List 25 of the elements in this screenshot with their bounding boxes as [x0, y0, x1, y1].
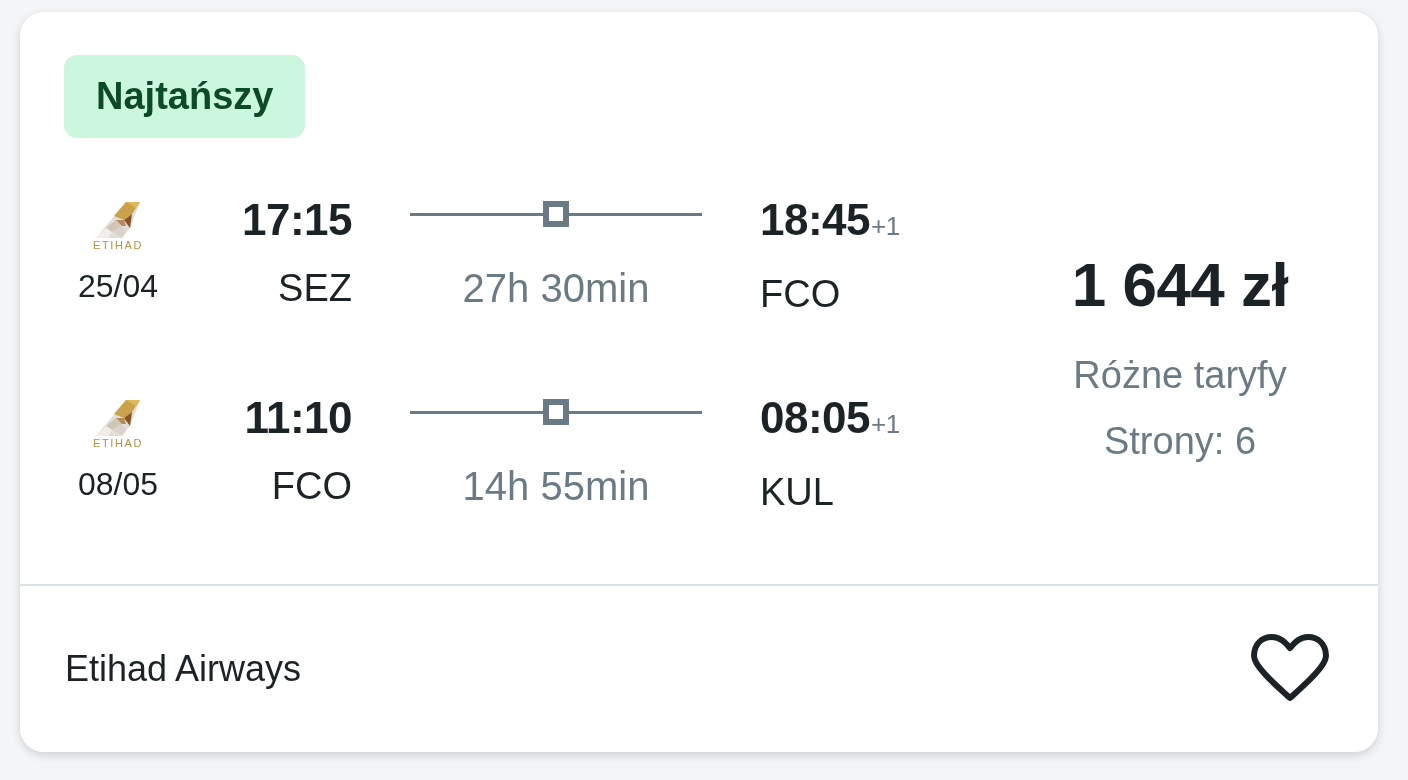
arrival-time: 18:45 [760, 195, 871, 244]
airline-name: Etihad Airways [65, 647, 302, 691]
flight-duration: 14h 55min [462, 463, 650, 510]
arrival-time: 08:05 [760, 393, 871, 442]
cheapest-tag: Najtańszy [64, 55, 306, 138]
departure-time: 11:10 [243, 394, 352, 442]
departure-airport: FCO [270, 464, 352, 509]
flight-date: 08/05 [77, 465, 159, 504]
sites-count: Strony: 6 [1102, 419, 1258, 464]
departure-airport: SEZ [277, 266, 352, 311]
flight-date: 25/04 [77, 267, 159, 306]
arrival-airport: KUL [760, 470, 835, 515]
flight-duration: 27h 30min [462, 265, 650, 312]
heart-favorite-button[interactable] [1250, 634, 1330, 704]
arrival-airport: FCO [760, 272, 842, 317]
departure-time: 17:15 [240, 196, 352, 244]
logo-wordmark: ETIHAD [93, 437, 143, 449]
tail-fin-icon [96, 400, 140, 436]
tail-fin-icon [96, 202, 140, 238]
day-offset-label: +1 [871, 409, 900, 439]
price-amount: 1 644 zł [1070, 249, 1290, 321]
fare-note: Różne taryfy [1072, 353, 1288, 398]
logo-wordmark: ETIHAD [93, 239, 143, 251]
day-offset-label: +1 [871, 211, 900, 241]
flight-offer-card[interactable]: Najtańszy ETIHAD 25/04 17:15 SEZ 27h 30min 18:45+1 FCO ETIHAD 08/05 11:10 FCO 14h 55min 08:05+1 KUL 1 644 zł Różne taryfy Strony: 6 Etihad Airways [20, 12, 1378, 752]
